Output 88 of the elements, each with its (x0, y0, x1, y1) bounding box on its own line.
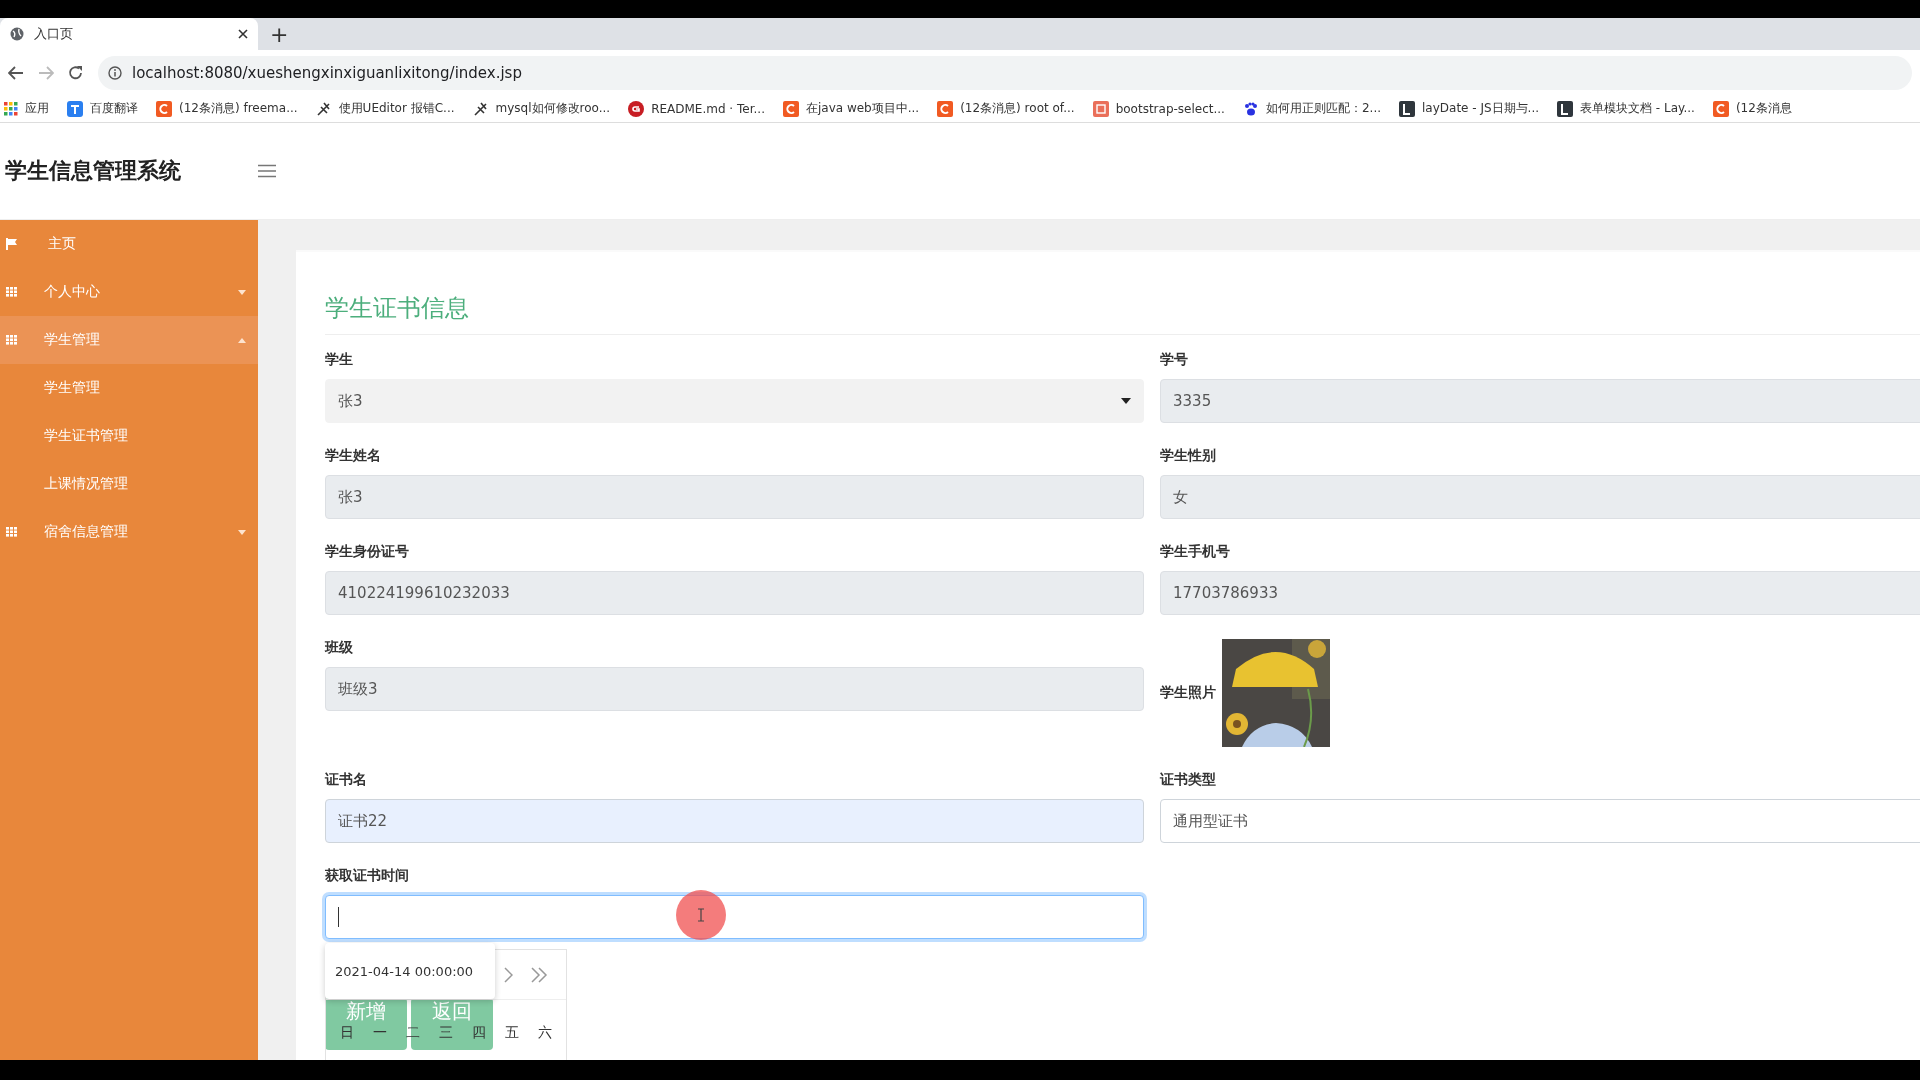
weekday-label: 日 (339, 1024, 354, 1040)
bookmark-label: (12条消息) freema... (179, 100, 298, 117)
field-label: 班级 (325, 639, 354, 657)
c-logo-icon (156, 100, 172, 117)
caret-down-icon (1121, 398, 1131, 404)
bookmark-label: bootstrap-select... (1115, 101, 1225, 116)
bookmark-label: (12条消息 (1735, 100, 1792, 117)
text-cursor-icon (697, 908, 705, 922)
field-label: 获取证书时间 (325, 867, 410, 885)
bookmark[interactable]: 如何用正则匹配：2... (1242, 100, 1381, 117)
grid-icon (6, 287, 18, 297)
input-field[interactable]: 通用型证书 (1160, 799, 1920, 843)
field-label: 学生手机号 (1160, 543, 1231, 561)
square-logo-icon (1092, 100, 1109, 117)
browser-tab[interactable]: 入口页 (0, 18, 258, 50)
bookmark-label: 使用UEditor 报错C... (338, 100, 455, 117)
bookmark[interactable]: 使用UEditor 报错C... (315, 100, 455, 117)
address-bar[interactable]: localhost:8080/xueshengxinxiguanlixitong/index.jsp (98, 55, 1912, 90)
text-caret (338, 907, 339, 927)
bookmark[interactable]: (12条消息) freema... (156, 100, 298, 117)
flag-icon (6, 238, 18, 250)
field-label: 学生性别 (1160, 447, 1217, 465)
bookmark-label: 应用 (25, 100, 49, 117)
field-label: 学生照片 (1160, 684, 1216, 702)
bookmark[interactable]: README.md · Ter... (628, 100, 765, 117)
weekday-label: 一 (372, 1024, 387, 1040)
chevron-right-icon[interactable] (504, 966, 513, 983)
bookmark[interactable]: 百度翻译 (67, 100, 138, 117)
input-field[interactable]: 证书22 (325, 799, 1144, 843)
bookmark[interactable]: (12条消息 (1712, 100, 1792, 117)
bookmark-label: 表单模块文档 - Lay... (1580, 100, 1695, 117)
caret-up-icon (238, 337, 246, 343)
field-label: 学号 (1160, 351, 1189, 369)
bookmark-label: README.md · Ter... (651, 101, 765, 116)
l-logo-icon (1399, 100, 1415, 117)
translate-icon (67, 100, 83, 117)
reload-icon[interactable] (68, 64, 84, 81)
bookmark[interactable]: 在java web项目中... (782, 100, 920, 117)
input-field[interactable]: 女 (1160, 475, 1920, 519)
autocomplete-menu[interactable]: 2021-04-14 00:00:00 (325, 943, 495, 999)
bookmark-label: mysql如何修改roo... (495, 100, 611, 117)
input-field[interactable]: 3335 (1160, 379, 1920, 423)
c-logo-icon (1712, 100, 1729, 117)
bookmark[interactable]: mysql如何修改roo... (472, 100, 611, 117)
bookmark[interactable]: 应用 (4, 100, 49, 117)
weekday-label: 六 (538, 1024, 553, 1040)
menu-icon[interactable] (258, 164, 276, 178)
paw-icon (1242, 100, 1259, 117)
weekday-label: 四 (472, 1024, 487, 1040)
double-chevron-right-icon[interactable] (531, 966, 548, 983)
bookmark-label: 在java web项目中... (805, 100, 920, 117)
grid-icon (6, 527, 18, 537)
form-title: 学生证书信息 (325, 292, 1920, 335)
input-field[interactable]: 410224199610232033 (325, 571, 1144, 615)
caret-down-icon (238, 529, 246, 535)
bookmark[interactable]: bootstrap-select... (1092, 100, 1225, 117)
field-label: 证书名 (325, 771, 368, 789)
input-field[interactable] (325, 895, 1144, 939)
weekday-label: 五 (505, 1024, 520, 1040)
c-logo-icon (937, 100, 954, 117)
bookmark-label: 如何用正则匹配：2... (1265, 100, 1381, 117)
input-field[interactable]: 17703786933 (1160, 571, 1920, 615)
back-arrow-icon[interactable] (8, 65, 24, 80)
bookmark[interactable]: (12条消息) root of... (937, 100, 1075, 117)
bookmark[interactable]: 表单模块文档 - Lay... (1557, 100, 1695, 117)
bookmark-label: (12条消息) root of... (960, 100, 1075, 117)
bookmark-label: 百度翻译 (90, 100, 138, 117)
g-logo-icon (628, 100, 645, 117)
globe-icon (10, 27, 24, 41)
info-icon (108, 65, 122, 80)
app-title: 学生信息管理系统 (4, 157, 182, 185)
field-label: 学生姓名 (325, 447, 382, 465)
select-field[interactable]: 张3 (325, 379, 1144, 423)
field-label: 学生 (325, 351, 354, 369)
close-icon[interactable] (238, 29, 248, 39)
field-label: 学生身份证号 (325, 543, 410, 561)
apps-icon (4, 101, 18, 116)
bookmark-label: layDate - JS日期与... (1422, 100, 1540, 117)
input-field[interactable]: 张3 (325, 475, 1144, 519)
field-label: 证书类型 (1160, 771, 1217, 789)
input-field[interactable]: 班级3 (325, 667, 1144, 711)
l-logo-icon (1557, 100, 1574, 117)
weekday-label: 三 (439, 1024, 453, 1040)
new-tab-button[interactable]: + (258, 18, 301, 50)
bookmark[interactable]: layDate - JS日期与... (1399, 100, 1540, 117)
caret-down-icon (238, 289, 246, 295)
grid-icon (6, 335, 18, 345)
c-logo-icon (782, 100, 799, 117)
